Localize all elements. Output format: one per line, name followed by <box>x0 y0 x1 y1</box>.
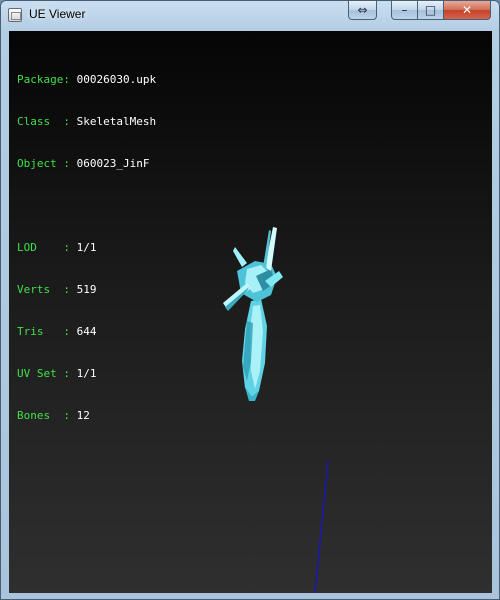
info-label: Object : <box>17 157 70 170</box>
info-row-verts: Verts : 519 <box>17 283 156 297</box>
app-window-icon <box>8 8 22 22</box>
info-value: 644 <box>76 325 97 338</box>
minimize-button[interactable]: – <box>391 1 418 20</box>
info-label: Class : <box>17 115 70 128</box>
info-row-package: Package: 00026030.upk <box>17 73 156 87</box>
close-button[interactable]: ✕ <box>444 1 491 20</box>
info-label: Verts : <box>17 283 70 296</box>
info-row-lod: LOD : 1/1 <box>17 241 156 255</box>
info-row-class: Class : SkeletalMesh <box>17 115 156 129</box>
info-label: Bones : <box>17 409 70 422</box>
info-value: 1/1 <box>76 367 97 380</box>
mesh-info-overlay: Package: 00026030.upk Class : SkeletalMe… <box>17 45 156 451</box>
info-row-tris: Tris : 644 <box>17 325 156 339</box>
3d-viewport[interactable]: Package: 00026030.upk Class : SkeletalMe… <box>9 31 492 593</box>
info-row-uvset: UV Set : 1/1 <box>17 367 156 381</box>
info-value: 12 <box>76 409 90 422</box>
axis-line <box>314 460 329 593</box>
title-bar[interactable]: UE Viewer ⇔ – □ ✕ <box>1 1 499 29</box>
resize-arrows-button[interactable]: ⇔ <box>348 1 377 20</box>
info-label: Tris : <box>17 325 70 338</box>
info-value: 060023_JinF <box>76 157 150 170</box>
info-label: UV Set : <box>17 367 70 380</box>
skeletal-mesh-model <box>223 227 283 401</box>
info-spacer <box>17 199 156 213</box>
maximize-button[interactable]: □ <box>418 1 444 20</box>
info-value: 1/1 <box>76 241 97 254</box>
info-value: 519 <box>76 283 97 296</box>
info-row-bones: Bones : 12 <box>17 409 156 423</box>
info-value: SkeletalMesh <box>76 115 157 128</box>
info-value: 00026030.upk <box>76 73 157 86</box>
info-label: LOD : <box>17 241 70 254</box>
info-label: Package: <box>17 73 70 86</box>
window-title: UE Viewer <box>29 7 86 21</box>
app-window: UE Viewer ⇔ – □ ✕ Package: 00026030.upk … <box>0 0 500 600</box>
info-row-object: Object : 060023_JinF <box>17 157 156 171</box>
